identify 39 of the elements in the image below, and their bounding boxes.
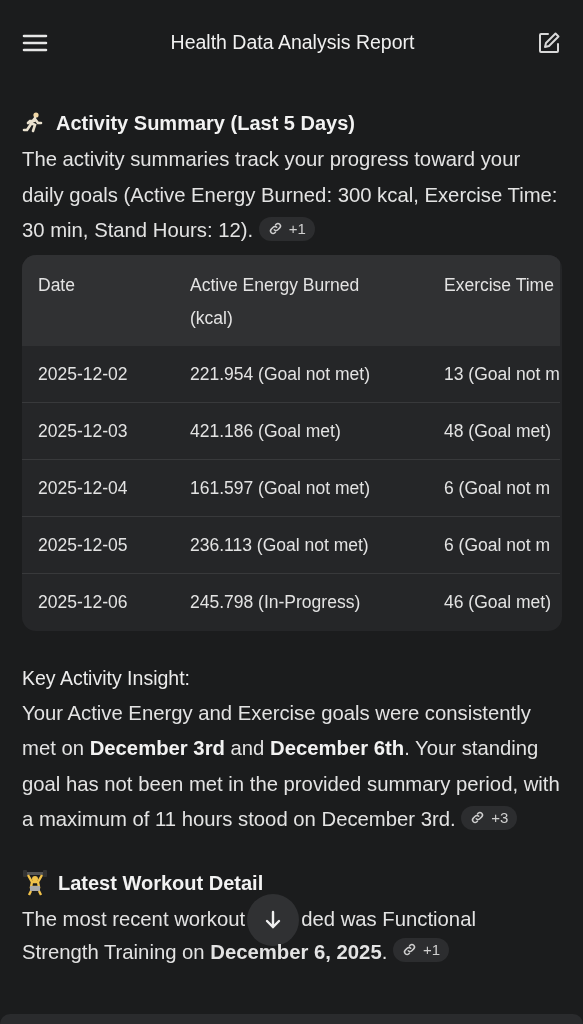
edit-button[interactable] bbox=[537, 31, 561, 55]
table-cell: 221.954 (Goal not met) bbox=[174, 345, 428, 403]
source-chip[interactable]: +1 bbox=[258, 216, 315, 241]
insight-title: Key Activity Insight: bbox=[22, 665, 191, 691]
weightlifter-icon bbox=[22, 869, 48, 896]
paragraph: The activity summaries track your progress toward your daily goals (Active Energy Burned: 300 kcal, Exercise Time: 30 min, Stand Hours: 12). +1 bbox=[22, 147, 559, 243]
source-chip[interactable]: +1 bbox=[392, 937, 450, 962]
table-cell: 421.186 (Goal met) bbox=[174, 402, 428, 460]
link-icon bbox=[401, 942, 417, 957]
link-icon bbox=[470, 810, 486, 825]
insight-paragraph: Your Active Energy and Exercise goals were consistently met on December 3rd and December 6th. Your standing goal has not been met in the provided summary period, with a maximum of 11 hours stood on December 3rd. +3 bbox=[22, 700, 561, 832]
table-cell: 2025-12-06 bbox=[22, 573, 174, 631]
table-cell: 161.597 (Goal not met) bbox=[174, 459, 428, 517]
down-arrow-icon bbox=[264, 909, 283, 930]
table-cell: 6 (Goal not m bbox=[428, 459, 560, 517]
table-cell: 46 (Goal met) bbox=[428, 573, 560, 631]
table-cell: 2025-12-02 bbox=[22, 345, 174, 403]
source-chip[interactable]: +3 bbox=[461, 805, 518, 830]
column-header: Date bbox=[22, 254, 174, 346]
table-cell: 236.113 (Goal not met) bbox=[174, 516, 428, 574]
column-header: Active Energy Burned (kcal) bbox=[174, 254, 428, 346]
paragraph-text: ded was Functional bbox=[301, 907, 476, 933]
table-cell: 2025-12-05 bbox=[22, 516, 174, 574]
link-icon bbox=[267, 221, 283, 236]
menu-button[interactable] bbox=[22, 33, 48, 53]
table-cell: 6 (Goal not m bbox=[428, 516, 560, 574]
table-cell: 48 (Goal met) bbox=[428, 402, 560, 460]
section-heading: Latest Workout Detail bbox=[58, 870, 264, 896]
table-cell: 13 (Goal not m bbox=[428, 345, 560, 403]
menu-icon bbox=[22, 33, 48, 53]
section-heading: Activity Summary (Last 5 Days) bbox=[56, 111, 355, 136]
edit-icon bbox=[537, 31, 561, 55]
table-cell: 2025-12-03 bbox=[22, 402, 174, 460]
column-header: Exercise Time bbox=[428, 254, 560, 346]
table-cell: 245.798 (In-Progress) bbox=[174, 573, 428, 631]
paragraph-text: The most recent workout bbox=[22, 907, 246, 933]
page-title: Health Data Analysis Report bbox=[170, 30, 415, 56]
paragraph: Strength Training on December 6, 2025. +1 bbox=[22, 937, 561, 962]
table-cell: 2025-12-04 bbox=[22, 459, 174, 517]
